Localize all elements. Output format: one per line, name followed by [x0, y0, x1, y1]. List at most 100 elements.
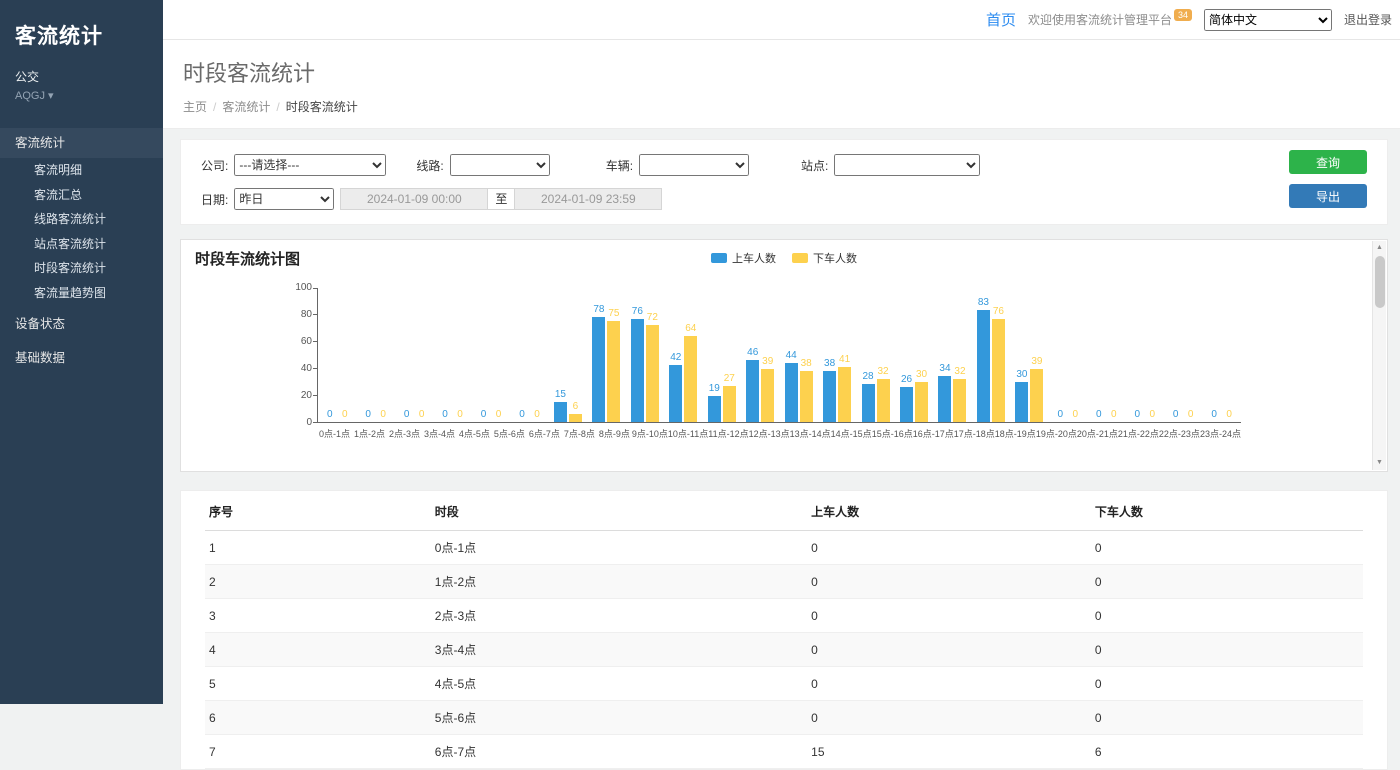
alighting-bar[interactable]: [761, 369, 774, 422]
legend-item-0[interactable]: 上车人数: [711, 250, 776, 266]
boarding-bar[interactable]: [631, 319, 644, 422]
bar-value-label: 78: [593, 305, 604, 315]
page-header: 时段客流统计 主页/客流统计/时段客流统计: [163, 40, 1400, 129]
table-cell: 0: [807, 531, 1091, 565]
boarding-bar[interactable]: [938, 376, 951, 422]
x-axis-label-16: 16点-17点: [913, 427, 954, 440]
scroll-down-icon[interactable]: ▼: [1373, 456, 1386, 470]
alighting-bar[interactable]: [800, 371, 813, 422]
vehicle-select[interactable]: [639, 154, 749, 176]
chart-scrollbar[interactable]: ▲ ▼: [1372, 241, 1386, 470]
x-axis-label-6: 6点-7点: [527, 427, 562, 440]
boarding-bar[interactable]: [900, 387, 913, 422]
app-logo: 客流统计: [0, 0, 163, 50]
bar-value-label: 0: [327, 410, 333, 420]
bar-group-23: 00: [1202, 288, 1240, 422]
bar-wrap: 0: [1069, 288, 1082, 422]
alighting-bar[interactable]: [838, 367, 851, 422]
alighting-bar[interactable]: [723, 386, 736, 423]
bar-value-label: 0: [496, 410, 502, 420]
bar-wrap: 0: [377, 288, 390, 422]
home-link[interactable]: 首页: [986, 9, 1016, 30]
sidebar-item-0-0[interactable]: 客流明细: [0, 158, 163, 183]
query-button[interactable]: 查询: [1289, 150, 1367, 174]
user-menu[interactable]: AQGJ ▾: [0, 85, 163, 102]
alighting-bar[interactable]: [646, 325, 659, 422]
sidebar-section-2[interactable]: 基础数据: [0, 343, 163, 373]
bar-wrap: 30: [915, 288, 928, 422]
alighting-bar[interactable]: [877, 379, 890, 422]
bar-group-2: 00: [395, 288, 433, 422]
scrollbar-thumb[interactable]: [1375, 256, 1385, 308]
bar-value-label: 76: [632, 307, 643, 317]
topbar: 首页 欢迎使用客流统计管理平台34 简体中文 退出登录: [163, 0, 1400, 40]
bar-wrap: 0: [439, 288, 452, 422]
alighting-bar[interactable]: [915, 382, 928, 423]
y-axis-tick: [313, 368, 318, 369]
table-cell: 1: [205, 531, 431, 565]
boarding-bar[interactable]: [746, 360, 759, 422]
line-select[interactable]: [450, 154, 550, 176]
bar-value-label: 0: [442, 410, 448, 420]
filter-row-2: 日期: 昨日 至: [201, 186, 1367, 212]
boarding-bar[interactable]: [862, 384, 875, 422]
table-cell: 6点-7点: [431, 735, 807, 769]
bar-group-19: 00: [1049, 288, 1087, 422]
boarding-bar[interactable]: [977, 310, 990, 422]
boarding-bar[interactable]: [1015, 382, 1028, 423]
boarding-bar[interactable]: [592, 317, 605, 422]
bar-group-16: 3432: [933, 288, 971, 422]
sidebar-item-0-4[interactable]: 时段客流统计: [0, 256, 163, 281]
date-preset-select[interactable]: 昨日: [234, 188, 334, 210]
scroll-up-icon[interactable]: ▲: [1373, 241, 1386, 255]
alighting-bar[interactable]: [607, 321, 620, 422]
station-select[interactable]: [834, 154, 980, 176]
sidebar-section-0[interactable]: 客流统计: [0, 128, 163, 158]
y-axis-label: 20: [276, 390, 312, 401]
boarding-bar[interactable]: [708, 396, 721, 422]
x-axis-label-22: 22点-23点: [1159, 427, 1200, 440]
column-header-1: 时段: [431, 493, 807, 531]
boarding-bar[interactable]: [554, 402, 567, 422]
boarding-bar[interactable]: [785, 363, 798, 422]
notification-badge[interactable]: 34: [1174, 9, 1192, 21]
x-axis-label-11: 11点-12点: [708, 427, 748, 440]
sidebar-item-0-1[interactable]: 客流汇总: [0, 183, 163, 208]
bar-value-label: 39: [762, 357, 773, 367]
boarding-bar[interactable]: [669, 365, 682, 422]
bar-wrap: 0: [492, 288, 505, 422]
table-header: 序号时段上车人数下车人数: [205, 493, 1363, 531]
alighting-bar[interactable]: [569, 414, 582, 422]
table-cell: 2点-3点: [431, 599, 807, 633]
alighting-bar[interactable]: [953, 379, 966, 422]
alighting-bar[interactable]: [992, 319, 1005, 422]
sidebar-item-0-3[interactable]: 站点客流统计: [0, 232, 163, 257]
end-date-input[interactable]: [514, 188, 662, 210]
chart-bars: 0000000000001567875767242641927463944383…: [318, 288, 1241, 422]
data-table: 序号时段上车人数下车人数 10点-1点0021点-2点0032点-3点0043点…: [205, 493, 1363, 769]
x-axis-label-12: 12点-13点: [749, 427, 790, 440]
table-cell: 4: [205, 633, 431, 667]
logout-link[interactable]: 退出登录: [1344, 11, 1392, 28]
breadcrumb: 主页/客流统计/时段客流统计: [183, 98, 1380, 115]
sidebar-section-1[interactable]: 设备状态: [0, 309, 163, 339]
x-axis-label-23: 23点-24点: [1200, 427, 1241, 440]
export-button[interactable]: 导出: [1289, 184, 1367, 208]
bar-wrap: 0: [400, 288, 413, 422]
sidebar-item-0-5[interactable]: 客流量趋势图: [0, 281, 163, 306]
boarding-bar[interactable]: [823, 371, 836, 422]
legend-item-1[interactable]: 下车人数: [792, 250, 857, 266]
start-date-input[interactable]: [340, 188, 488, 210]
language-select[interactable]: 简体中文: [1204, 9, 1332, 31]
bar-value-label: 30: [1016, 370, 1027, 380]
bar-value-label: 30: [916, 370, 927, 380]
company-select[interactable]: ---请选择---: [234, 154, 386, 176]
alighting-bar[interactable]: [684, 336, 697, 422]
bar-wrap: 0: [1092, 288, 1105, 422]
breadcrumb-item-0[interactable]: 主页: [183, 100, 207, 114]
alighting-bar[interactable]: [1030, 369, 1043, 422]
bar-wrap: 72: [646, 288, 659, 422]
sidebar-item-0-2[interactable]: 线路客流统计: [0, 207, 163, 232]
breadcrumb-item-1[interactable]: 客流统计: [222, 100, 270, 114]
bar-wrap: 42: [669, 288, 682, 422]
